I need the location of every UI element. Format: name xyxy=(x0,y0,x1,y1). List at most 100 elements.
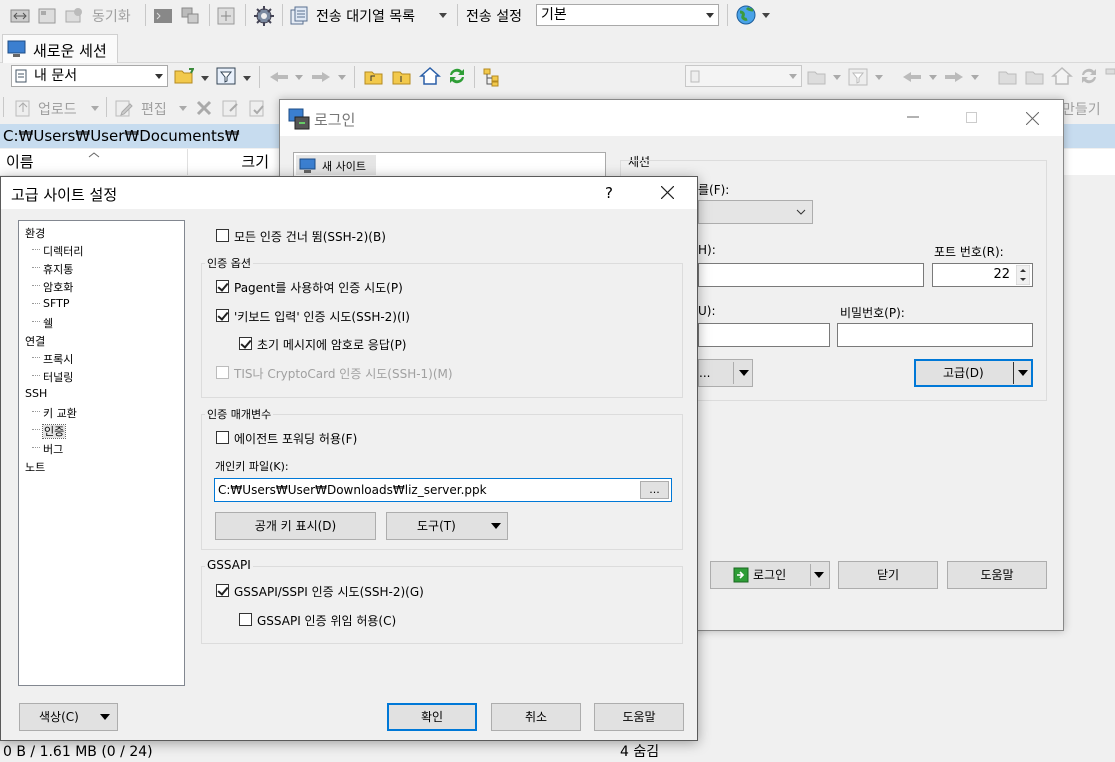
queue-list-icon[interactable] xyxy=(289,6,309,26)
sync-label[interactable]: 동기화 xyxy=(92,6,131,26)
close-icon[interactable] xyxy=(661,186,674,199)
maximize-icon[interactable] xyxy=(966,112,978,124)
tree-item-10[interactable]: 키 교환 xyxy=(32,405,77,421)
tree-view-icon[interactable] xyxy=(482,67,504,87)
upload-icon[interactable] xyxy=(13,98,33,118)
close-button[interactable]: 닫기 xyxy=(838,561,938,589)
password-input[interactable] xyxy=(837,323,1033,347)
tools-button[interactable]: 도구(T) xyxy=(386,512,508,540)
agent-forwarding-checkbox[interactable] xyxy=(216,431,229,444)
private-key-input[interactable]: C:₩Users₩User₩Downloads₩liz_server.ppk .… xyxy=(214,478,672,502)
local-location-select[interactable]: 내 문서 xyxy=(11,65,168,87)
browse-button[interactable]: ... xyxy=(640,481,669,499)
help-icon[interactable]: ? xyxy=(605,184,613,202)
synchronize-browse-icon[interactable] xyxy=(37,6,57,26)
advanced-title-bar[interactable]: 고급 사이트 설정 ? xyxy=(1,177,697,209)
tree-item-0[interactable]: 환경 xyxy=(25,225,45,241)
login-button[interactable]: 로그인 xyxy=(710,561,830,589)
tree-view-icon[interactable] xyxy=(1104,67,1115,87)
tree-item-9[interactable]: SSH xyxy=(25,387,47,400)
cancel-button[interactable]: 취소 xyxy=(491,703,581,731)
forward-dropdown-arrow[interactable] xyxy=(338,75,346,80)
advanced-button[interactable]: 고급(D) xyxy=(914,359,1033,387)
gssapi-attempt-checkbox[interactable] xyxy=(216,584,229,597)
upload-dropdown-arrow[interactable] xyxy=(91,106,99,111)
bypass-auth-checkbox[interactable] xyxy=(216,229,229,242)
delete-icon[interactable] xyxy=(195,99,213,117)
initial-prompt-checkbox[interactable] xyxy=(239,337,252,350)
upload-label[interactable]: 업로드 xyxy=(38,99,77,119)
compare-icon[interactable] xyxy=(10,6,30,26)
tree-item-1[interactable]: 디렉터리 xyxy=(32,243,83,259)
open-folder-dropdown-arrow[interactable] xyxy=(833,75,841,80)
back-dropdown-arrow[interactable] xyxy=(295,75,303,80)
tree-item-4[interactable]: SFTP xyxy=(32,297,69,310)
minimize-icon[interactable] xyxy=(907,116,919,120)
help-button[interactable]: 도움말 xyxy=(594,703,684,731)
forward-dropdown-arrow[interactable] xyxy=(971,75,979,80)
ok-button[interactable]: 확인 xyxy=(387,703,477,731)
window-icon[interactable] xyxy=(216,6,236,26)
username-input[interactable] xyxy=(698,323,830,347)
properties-icon[interactable] xyxy=(248,98,268,118)
site-item-new[interactable]: 새 사이트 xyxy=(296,155,376,175)
parent-directory-icon[interactable] xyxy=(998,68,1018,86)
putty-icon[interactable] xyxy=(180,6,200,26)
forward-icon[interactable] xyxy=(943,71,965,83)
tree-item-12[interactable]: 버그 xyxy=(32,441,63,457)
close-icon[interactable] xyxy=(1026,112,1039,125)
rename-icon[interactable] xyxy=(221,98,241,118)
spinner-arrows-icon[interactable] xyxy=(1016,265,1030,285)
create-label[interactable]: 만들기 xyxy=(1062,99,1101,119)
filter-icon[interactable] xyxy=(216,66,236,86)
login-help-button[interactable]: 도움말 xyxy=(947,561,1047,589)
tree-item-8[interactable]: 터널링 xyxy=(32,369,73,385)
back-dropdown-arrow[interactable] xyxy=(929,75,937,80)
gear-icon[interactable] xyxy=(253,5,274,26)
home-icon[interactable] xyxy=(419,66,441,86)
edit-button[interactable]: ... xyxy=(698,359,753,387)
tree-item-7[interactable]: 프록시 xyxy=(32,351,73,367)
open-folder-icon[interactable] xyxy=(174,66,195,86)
sync-icon[interactable] xyxy=(64,6,84,26)
console-icon[interactable] xyxy=(153,6,173,26)
queue-list-label[interactable]: 전송 대기열 목록 xyxy=(316,6,415,26)
column-header-name[interactable]: 이름 xyxy=(0,149,188,175)
root-directory-icon[interactable] xyxy=(1025,68,1045,86)
keyboard-interactive-checkbox[interactable] xyxy=(216,309,229,322)
tree-item-11[interactable]: 인증 xyxy=(32,423,67,439)
globe-icon[interactable] xyxy=(735,4,756,25)
column-header-size[interactable]: 크기 xyxy=(188,149,280,175)
root-directory-icon[interactable] xyxy=(392,68,412,86)
settings-tree[interactable]: 환경 디렉터리 휴지통 암호화 SFTP 쉘 연결 프록시 터널링 SSH 키 교환 인증 버그 노트 xyxy=(18,220,185,686)
edit-icon[interactable] xyxy=(114,98,134,118)
tis-checkbox[interactable] xyxy=(216,366,229,379)
host-input[interactable] xyxy=(698,263,924,287)
login-title-bar[interactable]: 로그인 xyxy=(280,100,1063,136)
tree-item-3[interactable]: 암호화 xyxy=(32,279,73,295)
protocol-select[interactable] xyxy=(698,200,813,224)
forward-icon[interactable] xyxy=(310,71,332,83)
filter-dropdown-arrow[interactable] xyxy=(243,76,251,81)
color-button[interactable]: 색상(C) xyxy=(19,703,118,731)
refresh-icon[interactable] xyxy=(1078,66,1100,86)
filter-dropdown-arrow[interactable] xyxy=(875,75,883,80)
home-icon[interactable] xyxy=(1051,66,1073,86)
tree-item-2[interactable]: 휴지통 xyxy=(32,261,73,277)
open-folder-dropdown-arrow[interactable] xyxy=(201,76,209,81)
gssapi-delegation-checkbox[interactable] xyxy=(239,613,252,626)
tree-item-5[interactable]: 쉘 xyxy=(32,315,53,331)
filter-icon[interactable] xyxy=(848,68,868,86)
parent-directory-icon[interactable] xyxy=(364,68,384,86)
queue-dropdown-arrow[interactable] xyxy=(439,13,447,18)
show-public-key-button[interactable]: 공개 키 표시(D) xyxy=(215,512,376,540)
remote-location-select[interactable] xyxy=(685,65,802,87)
back-icon[interactable] xyxy=(268,71,290,83)
back-icon[interactable] xyxy=(901,71,923,83)
refresh-icon[interactable] xyxy=(446,66,468,86)
pageant-checkbox[interactable] xyxy=(216,280,229,293)
globe-dropdown-arrow[interactable] xyxy=(762,13,770,18)
tree-item-6[interactable]: 연결 xyxy=(25,333,45,349)
new-session-tab[interactable]: 새로운 세션 xyxy=(2,34,118,63)
edit-dropdown-arrow[interactable] xyxy=(179,106,187,111)
